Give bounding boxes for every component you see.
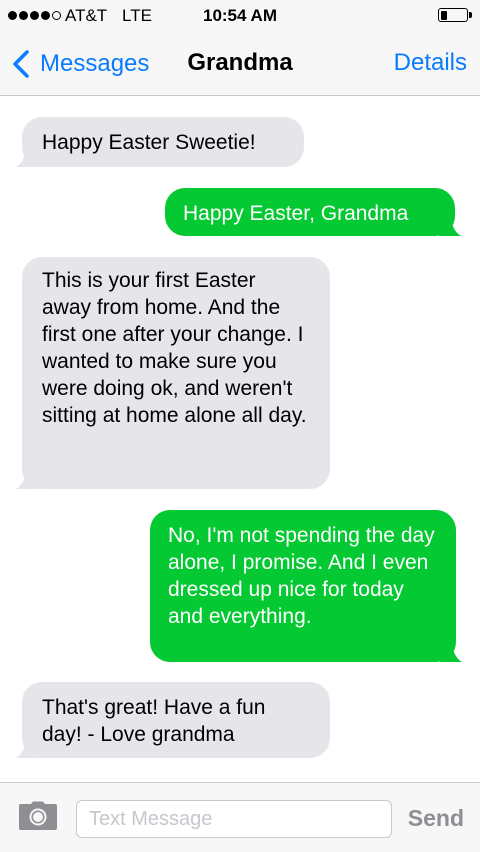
message-text-field[interactable] (76, 800, 392, 838)
details-button[interactable]: Details (394, 49, 467, 77)
bubble-tail (16, 467, 38, 489)
message-text: Happy Easter Sweetie! (42, 131, 256, 154)
chevron-left-icon (13, 50, 29, 78)
nav-bar: Messages Grandma Details (0, 34, 480, 96)
message-bubble-incoming[interactable]: This is your first Easter away from home… (16, 257, 330, 489)
message-bubble-incoming[interactable]: That's great! Have a fun day! - Love gra… (16, 682, 330, 758)
messages-screen: AT&T LTE 10:54 AM Messages Grandma Detai… (0, 0, 480, 852)
bubble-tail (439, 214, 461, 236)
bubble-tail (16, 736, 38, 758)
status-bar: AT&T LTE 10:54 AM (0, 0, 480, 34)
message-text: Happy Easter, Grandma (183, 202, 409, 225)
back-button[interactable]: Messages (10, 48, 149, 80)
message-text: This is your first Easter away from home… (42, 269, 307, 427)
battery-icon (438, 8, 472, 22)
message-bubble-incoming[interactable]: Happy Easter Sweetie! (16, 117, 304, 167)
status-time: 10:54 AM (202, 6, 277, 25)
message-bubble-outgoing[interactable]: No, I'm not spending the day alone, I pr… (150, 510, 462, 662)
back-button-label: Messages (40, 50, 150, 77)
bubble-tail (440, 640, 462, 662)
camera-button[interactable] (18, 801, 58, 831)
message-list: Happy Easter Sweetie! Happy Easter, Gran… (0, 96, 480, 782)
bubble-tail (16, 145, 38, 167)
message-text: That's great! Have a fun day! - Love gra… (42, 696, 266, 746)
message-text: No, I'm not spending the day alone, I pr… (168, 524, 435, 628)
camera-icon (19, 801, 57, 830)
message-bubble-outgoing[interactable]: Happy Easter, Grandma (165, 188, 461, 236)
send-button[interactable]: Send (408, 805, 464, 832)
message-input-bar: Send (0, 782, 480, 852)
battery-level (440, 10, 447, 20)
